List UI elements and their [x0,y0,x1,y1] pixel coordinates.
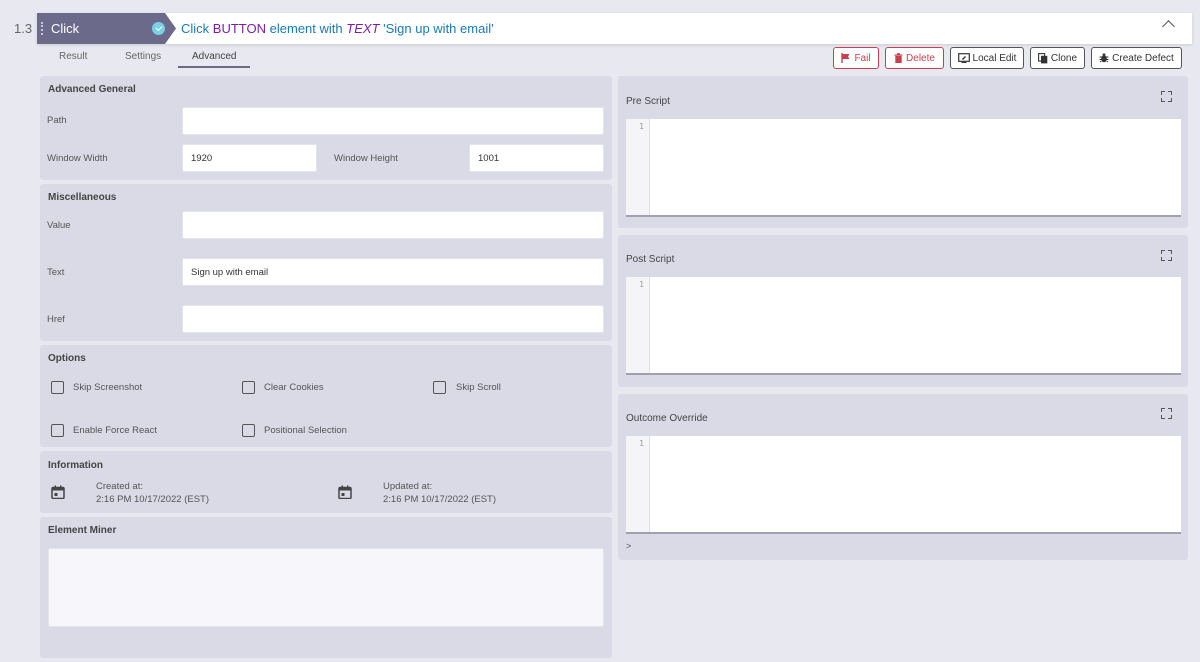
expand-icon[interactable] [1161,250,1172,261]
options-title: Options [48,353,86,364]
outcome-toggle[interactable]: > [626,541,631,551]
expand-icon[interactable] [1161,91,1172,102]
updated-label: Updated at: [383,481,433,492]
window-width-input[interactable]: 1920 [182,144,317,172]
local-edit-label: Local Edit [972,52,1017,64]
href-input[interactable] [182,305,604,333]
step-number: 1.3 [14,21,33,36]
desc-value: 'Sign up with email' [383,21,494,36]
action-label: Click [51,21,80,36]
line-number: 1 [639,439,644,448]
clone-button[interactable]: Clone [1030,47,1085,69]
created-label: Created at: [96,481,143,492]
desc-element: BUTTON [212,21,267,36]
step-detail-view: 1.3 Click Click BUTTON element with TEXT… [0,0,1200,662]
outcome-override-editor[interactable]: 1 [626,436,1181,534]
line-number: 1 [639,122,644,131]
skip-screenshot-label: Skip Screenshot [73,382,143,393]
information-title: Information [48,460,103,471]
clear-cookies-label: Clear Cookies [264,382,324,393]
value-label: Value [47,220,71,231]
post-script-editor[interactable]: 1 [626,277,1181,375]
clear-cookies-checkbox[interactable] [242,381,255,394]
element-miner-title: Element Miner [48,525,117,536]
pre-script-title: Pre Script [626,96,670,107]
action-tag[interactable]: Click [37,13,176,44]
tab-settings[interactable]: Settings [125,51,161,67]
drag-handle-icon[interactable] [41,22,45,35]
path-label: Path [47,115,67,126]
expand-icon[interactable] [1161,408,1172,419]
enable-force-react-checkbox[interactable] [51,424,64,437]
flag-icon [841,53,850,63]
delete-label: Delete [906,52,935,64]
pre-script-editor[interactable]: 1 [626,119,1181,217]
calendar-icon [51,485,65,499]
path-input[interactable] [182,107,604,135]
enable-force-react-label: Enable Force React [73,425,157,436]
create-defect-button[interactable]: Create Defect [1091,47,1182,69]
window-height-label: Window Height [334,153,398,164]
window-width-label: Window Width [47,153,108,164]
positional-selection-label: Positional Selection [264,425,347,436]
value-input[interactable] [182,211,604,239]
post-script-title: Post Script [626,254,675,265]
miscellaneous-title: Miscellaneous [48,192,117,203]
updated-value: 2:16 PM 10/17/2022 (EST) [383,494,497,505]
line-gutter: 1 [626,436,650,532]
desc-selector: TEXT [346,21,380,36]
screen-edit-icon [957,53,970,63]
clone-label: Clone [1050,52,1078,64]
element-miner-area[interactable] [48,548,604,627]
skip-scroll-label: Skip Scroll [456,382,501,393]
href-label: Href [47,314,65,325]
line-gutter: 1 [626,119,650,215]
outcome-override-title: Outcome Override [626,413,708,424]
positional-selection-checkbox[interactable] [242,424,255,437]
tab-advanced[interactable]: Advanced [178,51,251,68]
fail-button[interactable]: Fail [833,47,879,69]
line-number: 1 [639,280,644,289]
desc-prefix: Click [181,21,210,36]
text-label: Text [47,267,65,278]
delete-button[interactable]: Delete [885,47,944,69]
skip-scroll-checkbox[interactable] [433,381,446,394]
window-height-input[interactable]: 1001 [469,144,604,172]
line-gutter: 1 [626,277,650,373]
text-input[interactable]: Sign up with email [182,258,604,286]
fail-label: Fail [854,52,871,64]
advanced-general-title: Advanced General [48,84,136,95]
create-defect-label: Create Defect [1112,52,1174,64]
calendar-icon [338,485,352,499]
bug-icon [1099,53,1109,63]
tab-result[interactable]: Result [59,51,87,67]
copy-icon [1037,52,1048,63]
local-edit-button[interactable]: Local Edit [950,47,1024,69]
skip-screenshot-checkbox[interactable] [51,381,64,394]
desc-middle: element with [269,21,343,36]
trash-icon [894,53,903,63]
step-description: Click BUTTON element with TEXT 'Sign up … [181,21,494,36]
check-circle-icon [152,22,165,35]
created-value: 2:16 PM 10/17/2022 (EST) [96,494,210,505]
